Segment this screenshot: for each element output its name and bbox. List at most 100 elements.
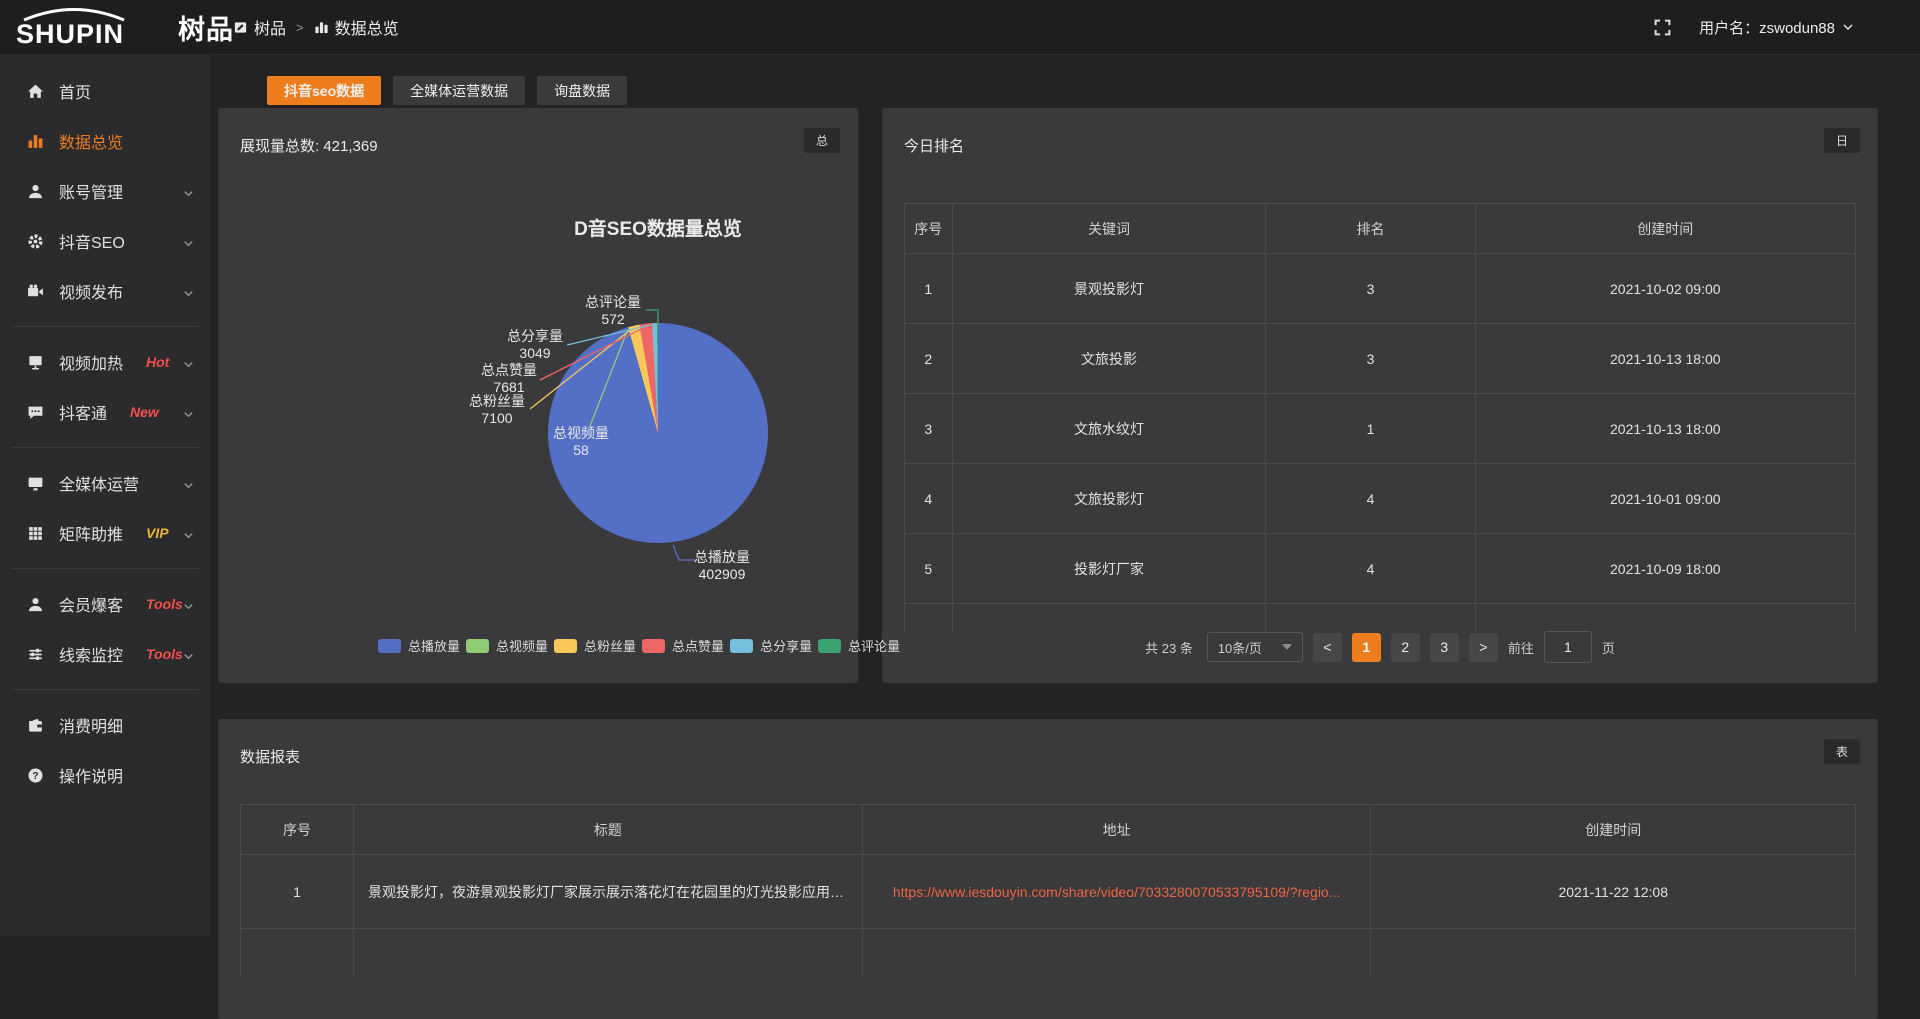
sidebar-item-media-ops[interactable]: 全媒体运营 — [0, 458, 210, 508]
page-button-3[interactable]: 3 — [1430, 633, 1459, 662]
sliders-icon — [27, 646, 44, 663]
sidebar-item-label: 账号管理 — [59, 179, 123, 203]
column-header: 关键词 — [952, 204, 1266, 254]
page-size-select[interactable]: 10条/页 — [1207, 632, 1303, 662]
user-menu[interactable]: 用户名：zswodun88 — [1699, 17, 1854, 38]
table-cell: 4 — [905, 464, 953, 534]
overview-panel: 展现量总数: 421,369 总 D音SEO数据量总览 总播放量402909总视… — [218, 108, 858, 683]
legend-item[interactable]: 总点赞量 — [642, 636, 724, 655]
legend-swatch — [730, 639, 753, 653]
legend-item[interactable]: 总视频量 — [466, 636, 548, 655]
overview-panel-title: 展现量总数: 421,369 — [240, 135, 378, 156]
ranking-data-table: 序号关键词排名创建时间1景观投影灯32021-10-02 09:002文旅投影3… — [904, 203, 1856, 632]
breadcrumb-root[interactable]: 树品 — [233, 15, 286, 39]
user-icon — [27, 183, 44, 200]
sidebar-item-operation-guide[interactable]: ?操作说明 — [0, 750, 210, 800]
report-data-table: 序号标题地址创建时间1景观投影灯，夜游景观投影灯厂家展示展示落花灯在花园里的灯光… — [240, 804, 1856, 977]
legend-item[interactable]: 总分享量 — [730, 636, 812, 655]
sidebar-item-account-manage[interactable]: 账号管理 — [0, 166, 210, 216]
sidebar-group: 视频加热Hot抖客通New — [0, 333, 210, 441]
chevron-down-icon — [183, 599, 194, 617]
sidebar-item-consume-detail[interactable]: 消费明细 — [0, 700, 210, 750]
table-cell: 2021-10-13 18:00 — [1475, 394, 1855, 464]
sidebar-item-home[interactable]: 首页 — [0, 66, 210, 116]
sidebar-divider — [12, 568, 198, 569]
chevron-down-icon — [183, 407, 194, 425]
ranking-panel-title: 今日排名 — [904, 135, 964, 156]
page-button-1[interactable]: 1 — [1352, 633, 1381, 662]
breadcrumb-separator: > — [296, 20, 304, 35]
table-cell: 文旅投影 — [952, 324, 1266, 394]
sidebar-item-video-publish[interactable]: 视频发布 — [0, 266, 210, 316]
overview-corner-button[interactable]: 总 — [804, 128, 840, 153]
chevron-down-icon — [183, 357, 194, 375]
sidebar-item-label: 线索监控 — [59, 642, 123, 666]
sidebar-item-matrix-boost[interactable]: 矩阵助推VIP — [0, 508, 210, 558]
goto-page-input[interactable] — [1544, 631, 1592, 663]
table-cell: 景观投影灯 — [952, 254, 1266, 324]
ranking-panel: 今日排名 日 序号关键词排名创建时间1景观投影灯32021-10-02 09:0… — [882, 108, 1878, 683]
breadcrumb: 树品 > 数据总览 — [233, 0, 399, 54]
monitor-icon — [27, 475, 44, 492]
legend-swatch — [466, 639, 489, 653]
ranking-corner-button[interactable]: 日 — [1824, 128, 1860, 153]
sidebar-item-video-heat[interactable]: 视频加热Hot — [0, 337, 210, 387]
sidebar-item-label: 抖音SEO — [59, 229, 125, 253]
topbar: SHUPIN 树品 树品 > 数据总览 用户名：zswodun88 — [0, 0, 1920, 55]
sidebar-item-badge: Tools — [146, 646, 183, 662]
table-cell: 2 — [905, 324, 953, 394]
breadcrumb-current: 数据总览 — [314, 15, 399, 39]
pie-label-value: 7100 — [459, 410, 535, 427]
table-cell: 2021-10-09 18:00 — [1475, 534, 1855, 604]
sidebar-item-douyin-seo[interactable]: 抖音SEO — [0, 216, 210, 266]
gear-icon — [27, 233, 44, 250]
next-page-button[interactable]: > — [1469, 633, 1498, 662]
camera-icon — [27, 283, 44, 300]
page-button-2[interactable]: 2 — [1391, 633, 1420, 662]
tab-media-ops-data[interactable]: 全媒体运营数据 — [393, 76, 525, 105]
tab-douyin-seo-data[interactable]: 抖音seo数据 — [267, 76, 381, 105]
chevron-down-icon — [183, 649, 194, 667]
data-tabs: 抖音seo数据全媒体运营数据询盘数据 — [267, 76, 627, 105]
pie-label-value: 58 — [543, 442, 619, 459]
legend-item[interactable]: 总播放量 — [378, 636, 460, 655]
legend-item[interactable]: 总粉丝量 — [554, 636, 636, 655]
report-table: 序号标题地址创建时间1景观投影灯，夜游景观投影灯厂家展示展示落花灯在花园里的灯光… — [240, 804, 1856, 977]
pie-label-name: 总播放量 — [684, 549, 760, 566]
column-header: 序号 — [241, 805, 354, 855]
sidebar-item-data-overview[interactable]: 数据总览 — [0, 116, 210, 166]
legend-swatch — [818, 639, 841, 653]
report-corner-button[interactable]: 表 — [1824, 739, 1860, 764]
table-cell: 2021-11-22 12:08 — [1371, 855, 1856, 929]
legend-swatch — [554, 639, 577, 653]
column-header: 排名 — [1266, 204, 1475, 254]
column-header: 序号 — [905, 204, 953, 254]
bar-chart-icon — [27, 133, 44, 150]
pie-label-name: 总评论量 — [575, 294, 651, 311]
pie-label-2: 总粉丝量7100 — [459, 393, 535, 427]
sidebar-item-member-baoke[interactable]: 会员爆客Tools — [0, 579, 210, 629]
pie-label-value: 7681 — [471, 379, 547, 396]
sidebar-item-label: 首页 — [59, 79, 91, 103]
sidebar-group: 消费明细?操作说明 — [0, 696, 210, 804]
pie-chart-title: D音SEO数据量总览 — [458, 214, 858, 241]
legend-label: 总分享量 — [760, 636, 812, 655]
sidebar-item-douketong[interactable]: 抖客通New — [0, 387, 210, 437]
tab-inquiry-data[interactable]: 询盘数据 — [537, 76, 627, 105]
sidebar-item-label: 数据总览 — [59, 129, 123, 153]
pie-label-name: 总视频量 — [543, 425, 619, 442]
table-row: 1景观投影灯，夜游景观投影灯厂家展示展示落花灯在花园里的灯光投影应用效果 #ht… — [241, 855, 1856, 929]
ranking-table: 序号关键词排名创建时间1景观投影灯32021-10-02 09:002文旅投影3… — [904, 203, 1856, 632]
table-cell: 投影灯厂家 — [952, 534, 1266, 604]
logo-text: SHUPIN — [16, 19, 124, 49]
prev-page-button[interactable]: < — [1313, 633, 1342, 662]
pie-label-value: 3049 — [497, 345, 573, 362]
video-link[interactable]: https://www.iesdouyin.com/share/video/70… — [893, 884, 1341, 900]
legend-item[interactable]: 总评论量 — [818, 636, 900, 655]
board-icon — [233, 20, 248, 35]
sidebar-item-clue-monitor[interactable]: 线索监控 Tools — [0, 629, 210, 679]
main-content: 抖音seo数据全媒体运营数据询盘数据 展现量总数: 421,369 总 D音SE… — [210, 54, 1920, 936]
goto-label: 前往 — [1508, 638, 1534, 657]
fullscreen-icon[interactable] — [1653, 17, 1673, 37]
legend-label: 总视频量 — [496, 636, 548, 655]
